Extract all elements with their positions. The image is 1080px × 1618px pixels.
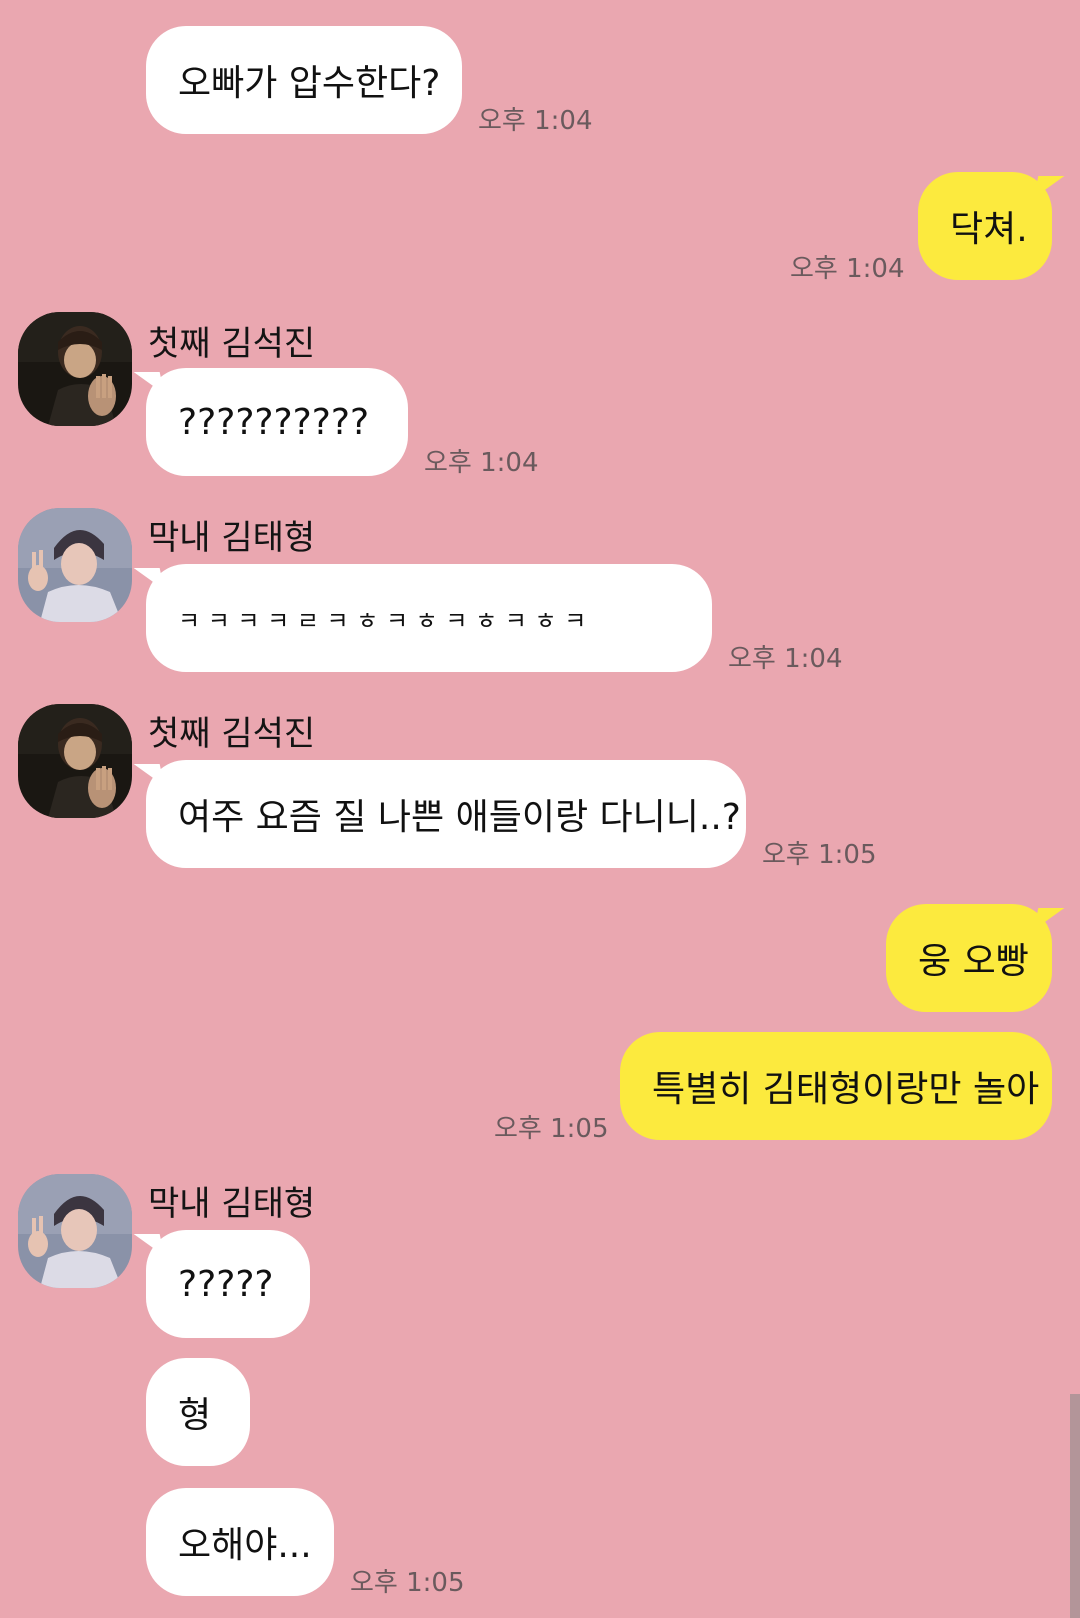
message-text: 여주 요즘 질 나쁜 애들이랑 다니니..? — [178, 797, 741, 838]
scrollbar[interactable] — [1070, 1394, 1080, 1618]
message-text: 웅 오빵 — [918, 941, 1029, 982]
message-bubble-incoming[interactable]: ?????????? — [146, 368, 408, 476]
message-bubble-incoming[interactable]: ㅋ ㅋ ㅋ ㅋ ㄹ ㅋ ㅎ ㅋ ㅎ ㅋ ㅎ ㅋ ㅎ ㅋ — [146, 564, 712, 672]
sender-name: 첫째 김석진 — [148, 714, 316, 754]
chat-screen[interactable]: 오빠가 압수한다? 오후 1:04 닥쳐. 오후 1:04 첫째 김석진 ???… — [0, 0, 1080, 1618]
taehyung-avatar[interactable] — [18, 508, 132, 622]
message-text: ?????????? — [178, 401, 370, 443]
message-text: 오빠가 압수한다? — [178, 63, 441, 104]
message-bubble-outgoing[interactable]: 웅 오빵 — [886, 904, 1052, 1012]
message-bubble-incoming[interactable]: 형 — [146, 1358, 250, 1466]
sender-name: 막내 김태형 — [148, 518, 316, 558]
message-bubble-incoming[interactable]: 오빠가 압수한다? — [146, 26, 462, 134]
message-timestamp: 오후 1:05 — [762, 840, 877, 870]
message-timestamp: 오후 1:04 — [728, 644, 843, 674]
message-timestamp: 오후 1:05 — [350, 1568, 465, 1598]
message-bubble-outgoing[interactable]: 닥쳐. — [918, 172, 1052, 280]
message-text: 형 — [178, 1395, 212, 1436]
profile-photo-icon — [18, 1174, 132, 1288]
sender-name: 막내 김태형 — [148, 1184, 316, 1224]
message-timestamp: 오후 1:05 — [494, 1114, 609, 1144]
message-timestamp: 오후 1:04 — [790, 254, 905, 284]
message-bubble-incoming[interactable]: 여주 요즘 질 나쁜 애들이랑 다니니..? — [146, 760, 746, 868]
message-bubble-incoming[interactable]: 오해야... — [146, 1488, 334, 1596]
message-text: 특별히 김태형이랑만 놀아 — [652, 1069, 1040, 1110]
message-text: ㅋ ㅋ ㅋ ㅋ ㄹ ㅋ ㅎ ㅋ ㅎ ㅋ ㅎ ㅋ ㅎ ㅋ — [178, 606, 587, 635]
message-timestamp: 오후 1:04 — [424, 448, 539, 478]
message-text: ????? — [178, 1263, 274, 1305]
profile-photo-icon — [18, 508, 132, 622]
taehyung-avatar[interactable] — [18, 1174, 132, 1288]
message-text: 닥쳐. — [950, 209, 1028, 250]
seokjin-avatar[interactable] — [18, 704, 132, 818]
sender-name: 첫째 김석진 — [148, 324, 316, 364]
message-bubble-incoming[interactable]: ????? — [146, 1230, 310, 1338]
message-text: 오해야... — [178, 1525, 312, 1566]
profile-photo-icon — [18, 312, 132, 426]
seokjin-avatar[interactable] — [18, 312, 132, 426]
message-timestamp: 오후 1:04 — [478, 106, 593, 136]
message-bubble-outgoing[interactable]: 특별히 김태형이랑만 놀아 — [620, 1032, 1052, 1140]
profile-photo-icon — [18, 704, 132, 818]
